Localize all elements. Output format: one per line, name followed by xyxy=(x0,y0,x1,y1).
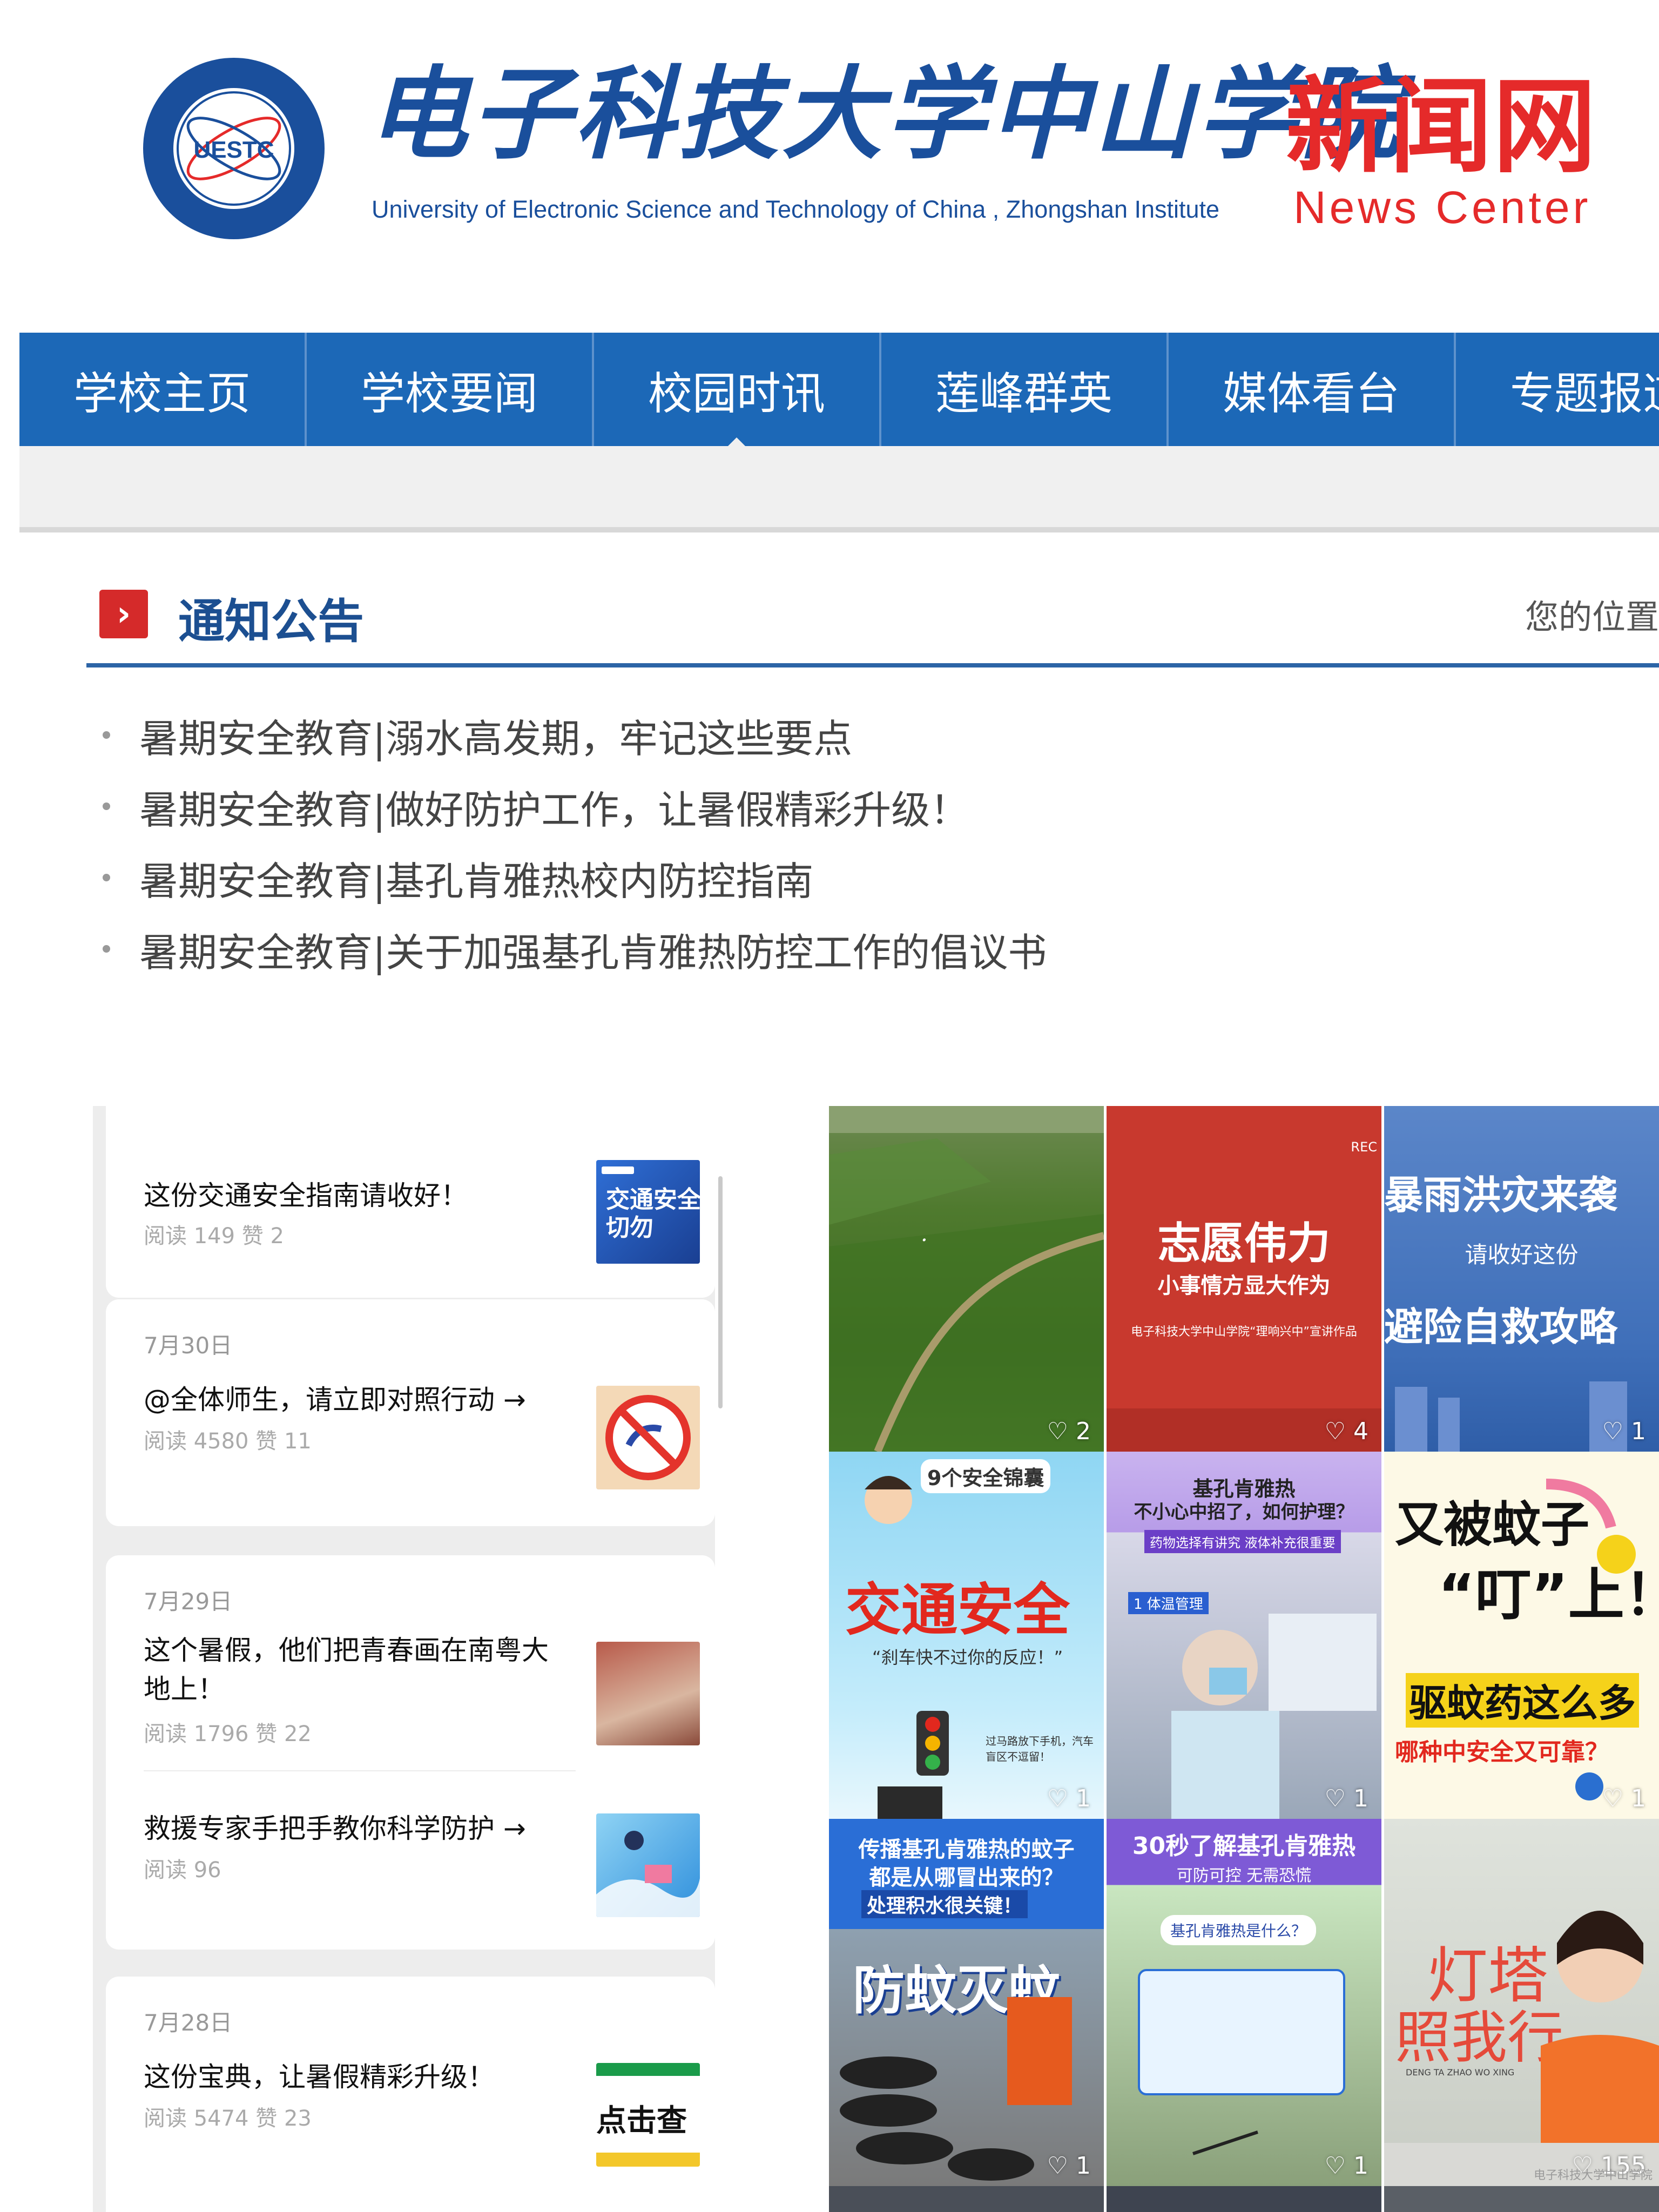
video-tile[interactable]: 暴雨洪灾来袭 请收好这份 避险自救攻略 ♡ 1 xyxy=(1384,1106,1659,1452)
school-name-en: University of Electronic Science and Tec… xyxy=(372,195,1220,223)
notice-item[interactable]: 暑期安全教育|关于加强基孔肯雅热防控工作的倡议书 xyxy=(86,913,1047,984)
notice-title: 通知公告 xyxy=(178,594,364,649)
likes-count: ♡ 2 xyxy=(1047,1418,1091,1445)
notice-item-text: 暑期安全教育|基孔肯雅热校内防控指南 xyxy=(139,858,814,904)
bullet-icon xyxy=(103,874,110,881)
feed-scrollbar[interactable] xyxy=(718,1176,723,1408)
breadcrumb: 您的位置 xyxy=(1525,597,1659,637)
notice-list: 暑期安全教育|溺水高发期，牢记这些要点 暑期安全教育|做好防护工作，让暑假精彩升… xyxy=(86,699,1047,984)
card-date: 7月28日 xyxy=(144,2009,233,2036)
video-tile[interactable] xyxy=(1384,2186,1659,2212)
svg-text:UESTC: UESTC xyxy=(193,137,274,163)
article-title[interactable]: @全体师生，请立即对照行动 → xyxy=(144,1380,526,1419)
nav-item-campus-news[interactable]: 校园时讯 xyxy=(592,333,879,446)
notice-divider xyxy=(86,663,1659,667)
nav-item-home[interactable]: 学校主页 xyxy=(19,333,305,446)
article-title[interactable]: 这份交通安全指南请收好！ xyxy=(144,1176,468,1215)
likes-count: ♡ 1 xyxy=(1602,1785,1646,1812)
likes-count: ♡ 4 xyxy=(1324,1418,1368,1445)
video-tile[interactable]: 基孔肯雅热 不小心中招了，如何护理？ 药物选择有讲究 液体补充很重要 1 体温管… xyxy=(1107,1452,1381,1819)
video-tile[interactable]: 又被蚊子 “叮”上！ 驱蚊药这么多 哪种中安全又可靠？ ♡ 1 xyxy=(1384,1452,1659,1819)
no-swimming-thumbnail[interactable] xyxy=(596,1386,700,1489)
notice-item-text: 暑期安全教育|关于加强基孔肯雅热防控工作的倡议书 xyxy=(139,929,1047,975)
video-tile[interactable]: 传播基孔肯雅热的蚊子 都是从哪冒出来的？ 处理积水很关键！ 防蚊灭蚊 ♡ 1 xyxy=(829,1819,1104,2186)
article-title[interactable]: 这个暑假，他们把青春画在南粤大地上！ xyxy=(144,1631,570,1709)
article-meta: 阅读 1796 赞 22 xyxy=(144,1722,312,1746)
bullet-icon xyxy=(103,802,110,810)
main-nav: 学校主页 学校要闻 校园时讯 莲峰群英 媒体看台 专题报道 xyxy=(19,333,1659,446)
article-meta: 阅读 5474 赞 23 xyxy=(144,2106,312,2131)
likes-count: ♡ 1 xyxy=(1047,1785,1091,1812)
video-tile[interactable]: 30秒了解基孔肯雅热 可防可控 无需恐慌 基孔肯雅热是什么？ ♡ 1 xyxy=(1107,1819,1381,2186)
bullet-icon xyxy=(103,731,110,739)
notice-item-text: 暑期安全教育|溺水高发期，牢记这些要点 xyxy=(139,716,853,761)
likes-count: ♡ 1 xyxy=(1047,2152,1091,2180)
article-card: 7月30日 @全体师生，请立即对照行动 → 阅读 4580 赞 11 xyxy=(106,1299,715,1526)
card-date: 7月29日 xyxy=(144,1588,233,1615)
video-tile[interactable]: 9个安全锦囊 交通安全 “刹车快不过你的反应！” 过马路放下手机，汽车盲区不逗留… xyxy=(829,1452,1104,1819)
video-tile[interactable]: . ♡ 2 xyxy=(829,1106,1104,1452)
video-tile[interactable] xyxy=(829,2186,1104,2212)
chevron-right-icon: › xyxy=(99,590,148,638)
article-card: 7月28日 这份宝典，让暑假精彩升级！ 阅读 5474 赞 23 点击查 xyxy=(106,1977,715,2212)
likes-count: ♡ 1 xyxy=(1602,1418,1646,1445)
article-card: 这份交通安全指南请收好！ 阅读 149 赞 2 交通安全 切勿 xyxy=(106,1106,715,1298)
watermark: 电子科技大学中山学院 xyxy=(1533,2169,1653,2182)
likes-count: ♡ 1 xyxy=(1324,1785,1368,1812)
card-date: 7月30日 xyxy=(144,1332,233,1359)
article-thumbnail[interactable] xyxy=(596,1642,700,1745)
article-card: 7月29日 这个暑假，他们把青春画在南粤大地上！ 阅读 1796 赞 22 救援… xyxy=(106,1555,715,1950)
likes-count: ♡ 1 xyxy=(1324,2152,1368,2180)
article-meta: 阅读 149 赞 2 xyxy=(144,1224,284,1249)
school-name-cn: 电子科技大学中山学院 xyxy=(367,55,1405,173)
news-center-title: 新闻网 xyxy=(1285,67,1596,187)
svg-text:.: . xyxy=(921,1222,928,1246)
notice-item[interactable]: 暑期安全教育|做好防护工作，让暑假精彩升级！ xyxy=(86,771,1047,842)
article-thumbnail[interactable]: 交通安全 切勿 xyxy=(596,1160,700,1264)
article-title[interactable]: 这份宝典，让暑假精彩升级！ xyxy=(144,2058,495,2096)
article-meta: 阅读 96 xyxy=(144,1858,221,1883)
notice-item[interactable]: 暑期安全教育|溺水高发期，牢记这些要点 xyxy=(86,699,1047,771)
nav-item-lianfeng-elites[interactable]: 莲峰群英 xyxy=(879,333,1166,446)
article-divider xyxy=(144,1770,576,1771)
article-thumbnail[interactable]: 点击查 xyxy=(596,2063,700,2167)
video-tile[interactable]: REC 志愿伟力 小事情方显大作为 电子科技大学中山学院“理响兴中”宣讲作品 ♡… xyxy=(1107,1106,1381,1452)
nav-item-school-news[interactable]: 学校要闻 xyxy=(305,333,592,446)
notice-item[interactable]: 暑期安全教育|基孔肯雅热校内防控指南 xyxy=(86,842,1047,913)
video-tile[interactable] xyxy=(1107,2186,1381,2212)
video-tile[interactable]: 灯塔 照我行 DENG TA ZHAO WO XING ♡ 155 电子科技大学… xyxy=(1384,1819,1659,2186)
nav-item-media[interactable]: 媒体看台 xyxy=(1166,333,1454,446)
notice-item-text: 暑期安全教育|做好防护工作，让暑假精彩升级！ xyxy=(139,787,969,833)
sub-nav-bar xyxy=(19,446,1659,532)
article-title[interactable]: 救援专家手把手教你科学防护 → xyxy=(144,1809,526,1848)
bullet-icon xyxy=(103,945,110,953)
news-center-subtitle: News Center xyxy=(1293,182,1591,233)
article-feed: 这份交通安全指南请收好！ 阅读 149 赞 2 交通安全 切勿 7月30日 @全… xyxy=(93,1106,715,2212)
article-meta: 阅读 4580 赞 11 xyxy=(144,1429,312,1454)
site-header: UESTC 电子科技大学中山学院 University of Electroni… xyxy=(0,0,1659,332)
video-grid: . ♡ 2 REC 志愿伟力 小事情方显大作为 电子科技大学中山学院“理响兴中”… xyxy=(829,1106,1659,2212)
nav-item-special-reports[interactable]: 专题报道 xyxy=(1454,333,1659,446)
article-thumbnail[interactable] xyxy=(596,1813,700,1917)
school-seal-logo[interactable]: UESTC xyxy=(141,56,326,241)
